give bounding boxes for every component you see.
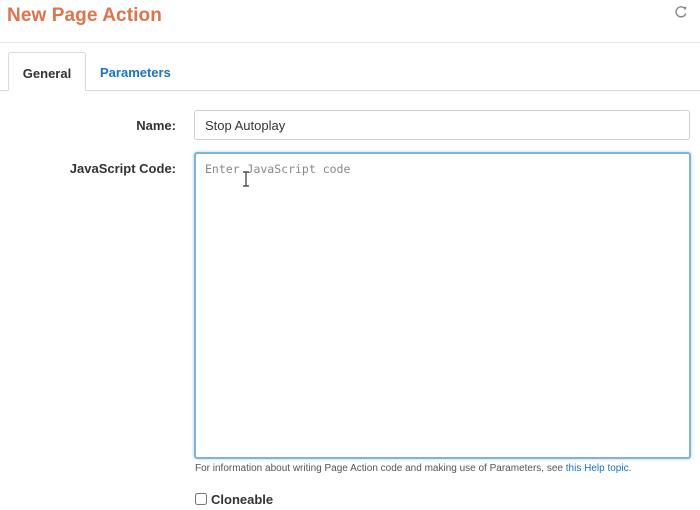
name-label: Name:	[136, 118, 176, 133]
cloneable-checkbox[interactable]	[195, 493, 207, 505]
tab-general[interactable]: General	[8, 52, 86, 91]
page-title: New Page Action	[7, 5, 162, 26]
help-text-body: For information about writing Page Actio…	[195, 463, 566, 474]
help-text-suffix: .	[628, 463, 632, 474]
page-header: New Page Action	[0, 0, 700, 43]
javascript-code-editor[interactable]	[194, 152, 691, 459]
tab-parameters[interactable]: Parameters	[86, 52, 185, 90]
cloneable-label: Cloneable	[211, 491, 274, 507]
cloneable-option[interactable]: Cloneable	[195, 491, 273, 507]
javascript-code-label: JavaScript Code:	[69, 161, 176, 176]
tab-bar: General Parameters	[0, 52, 700, 91]
help-text: For information about writing Page Actio…	[195, 463, 631, 474]
help-topic-link[interactable]: this Help topic	[566, 463, 629, 474]
name-field[interactable]	[194, 110, 690, 140]
text-cursor-icon	[241, 171, 251, 187]
refresh-icon[interactable]	[673, 4, 689, 20]
